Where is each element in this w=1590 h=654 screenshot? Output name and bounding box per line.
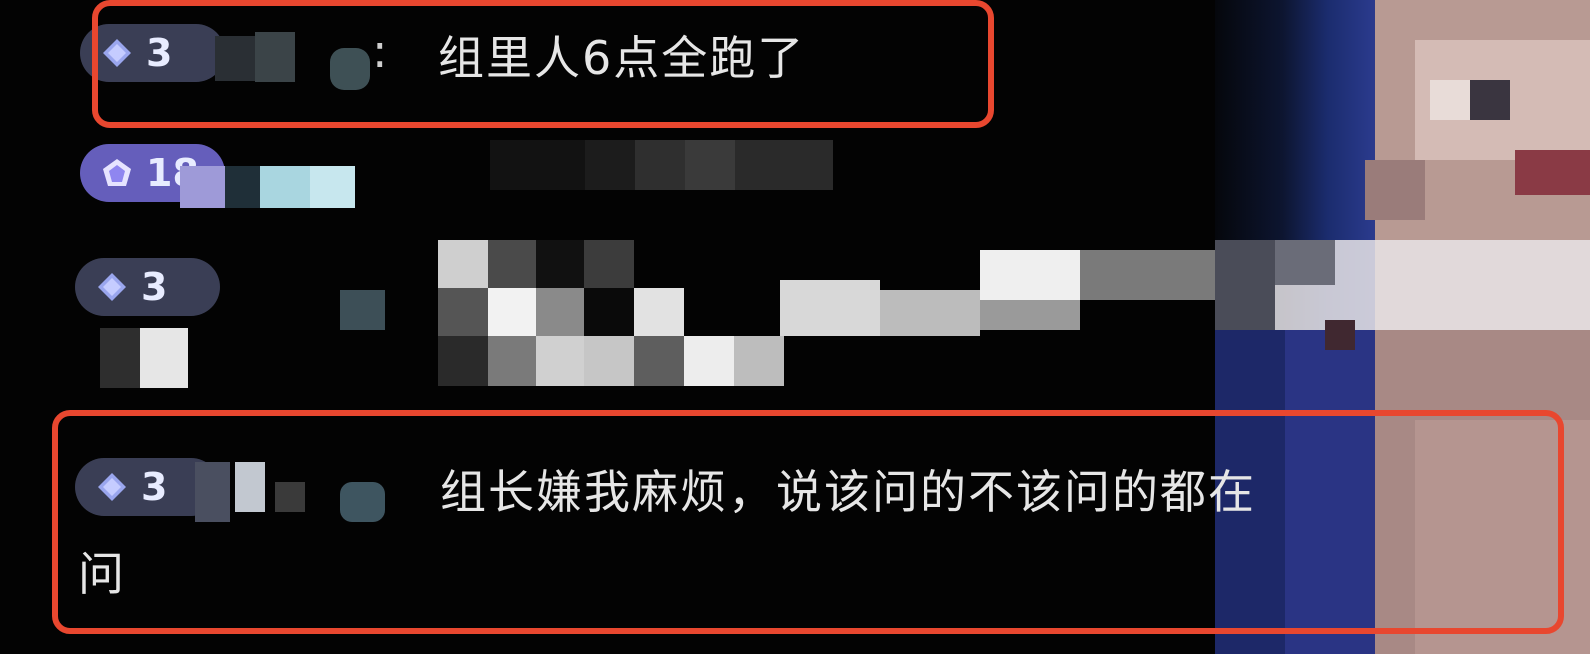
pentagon-icon	[102, 158, 132, 188]
red-highlight-frame	[92, 0, 994, 128]
chat-message-3: 3	[0, 240, 1215, 400]
red-highlight-frame	[52, 410, 1564, 634]
blurred-username	[180, 166, 225, 208]
live-stream-screen: 3 : 组里人6点全跑了 18 3 3 组长嫌我麻烦，说该问的不该问的都在 问	[0, 0, 1590, 654]
blurred-message	[490, 140, 585, 190]
blurred-message	[438, 240, 488, 288]
badge-level-number: 3	[141, 265, 168, 309]
diamond-icon	[97, 272, 127, 302]
user-level-badge: 3	[75, 258, 220, 316]
chat-message-2: 18	[0, 140, 1000, 210]
blurred-username	[340, 290, 385, 330]
